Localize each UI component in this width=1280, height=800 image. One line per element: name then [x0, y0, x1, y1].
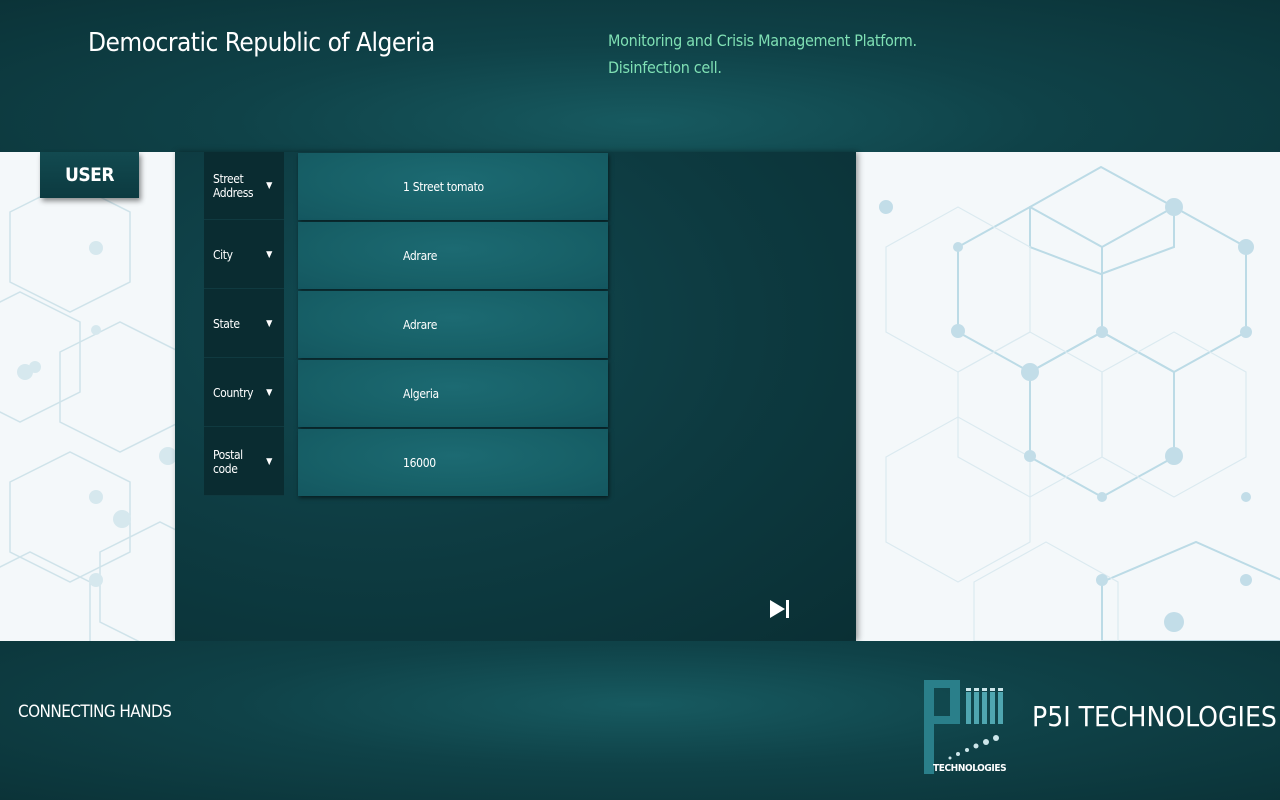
cell-subtitle: Disinfection cell. — [608, 58, 722, 77]
skip-next-icon[interactable] — [768, 598, 792, 620]
street-address-field[interactable]: 1 Street tomato — [298, 153, 608, 220]
caret-down-icon: ▼ — [266, 387, 272, 398]
logo-text: TECHNOLOGIES — [933, 763, 1007, 774]
slogan: CONNECTING HANDS — [18, 702, 172, 722]
page-title: Democratic Republic of Algeria — [88, 28, 435, 58]
state-field[interactable]: Adrare — [298, 291, 608, 358]
caret-down-icon: ▼ — [266, 318, 272, 329]
caret-down-icon: ▼ — [266, 180, 272, 191]
city-label: City — [213, 247, 233, 262]
hexagon-pattern-left — [0, 181, 175, 641]
platform-subtitle: Monitoring and Crisis Management Platfor… — [608, 31, 917, 50]
street-address-label: Street Address — [213, 171, 254, 200]
country-label: Country — [213, 385, 254, 400]
caret-down-icon: ▼ — [266, 456, 272, 467]
city-dropdown[interactable]: City ▼ — [204, 221, 284, 289]
brand-name: P5I TECHNOLOGIES — [1032, 700, 1277, 733]
country-field[interactable]: Algeria — [298, 360, 608, 427]
user-tab[interactable]: USER — [40, 152, 139, 198]
state-dropdown[interactable]: State ▼ — [204, 290, 284, 358]
city-field[interactable]: Adrare — [298, 222, 608, 289]
caret-down-icon: ▼ — [266, 249, 272, 260]
postal-code-dropdown[interactable]: Postal code ▼ — [204, 428, 284, 496]
postal-code-field[interactable]: 16000 — [298, 429, 608, 496]
postal-code-label: Postal code — [213, 447, 243, 476]
country-dropdown[interactable]: Country ▼ — [204, 359, 284, 427]
state-label: State — [213, 316, 240, 331]
header: Democratic Republic of Algeria Monitorin… — [0, 0, 1280, 152]
field-labels-column: Street Address ▼ City ▼ State ▼ Country … — [204, 152, 284, 496]
hexagon-pattern-right — [879, 165, 1280, 641]
street-address-dropdown[interactable]: Street Address ▼ — [204, 152, 284, 220]
